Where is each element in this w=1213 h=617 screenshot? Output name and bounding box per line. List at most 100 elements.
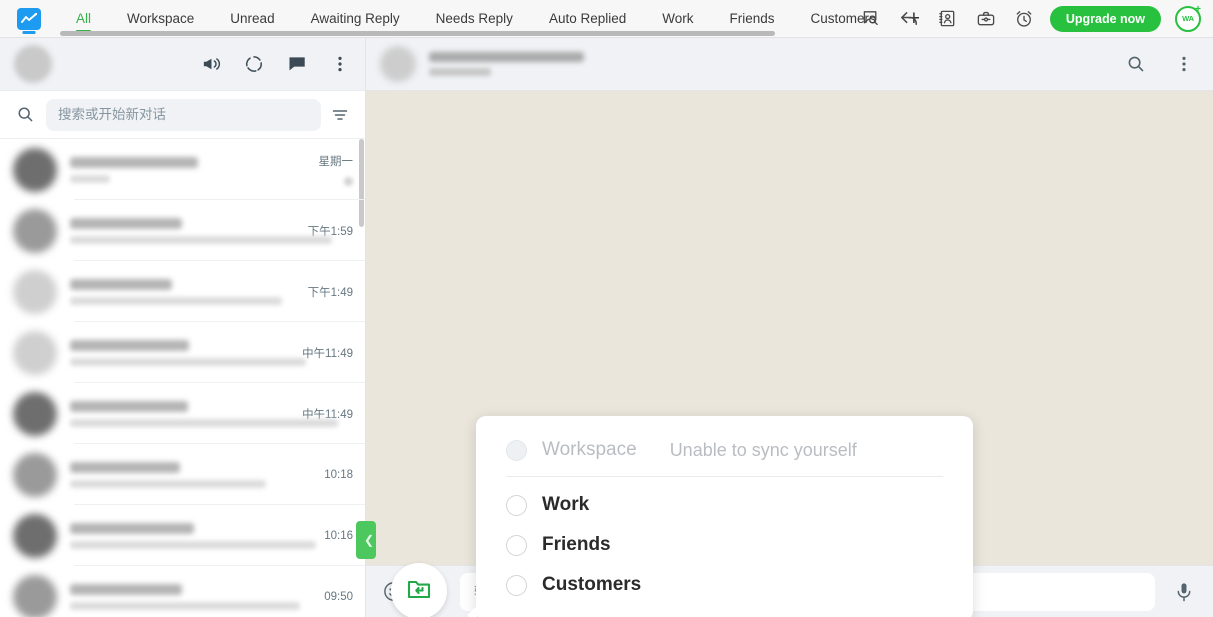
megaphone-icon[interactable]: [200, 53, 222, 75]
conversation-header: [366, 38, 1213, 91]
sidebar-search-row: [0, 91, 365, 139]
conversation-header-actions: [1125, 53, 1195, 75]
list-item[interactable]: 下午1:49: [0, 261, 365, 322]
sidebar-header-actions: [200, 53, 351, 75]
chat-preview: [70, 400, 338, 427]
tab-label: Unread: [230, 11, 275, 26]
tab-label: Customers: [810, 11, 876, 26]
chat-message-redacted: [70, 357, 306, 366]
avatar: [13, 330, 57, 375]
status-badge: [344, 177, 353, 186]
chat-list[interactable]: 星期一 下午1:59 下午1:49 中午11:49 中午11:49 10:18 …: [0, 139, 365, 617]
more-vertical-icon[interactable]: [1173, 53, 1195, 75]
chat-name-redacted: [70, 339, 189, 351]
tab-label: Work: [662, 11, 694, 26]
app-body: 星期一 下午1:59: [0, 38, 1213, 617]
alarm-clock-icon[interactable]: [1012, 7, 1036, 31]
briefcase-icon[interactable]: [974, 7, 998, 31]
option-friends[interactable]: Friends: [476, 525, 973, 565]
reply-arrow-icon[interactable]: [898, 7, 922, 31]
option-customers[interactable]: Customers: [476, 565, 973, 605]
option-note: Unable to sync yourself: [669, 439, 857, 460]
tab-customers[interactable]: Customers: [793, 0, 894, 37]
contact-card-icon[interactable]: [936, 7, 960, 31]
chat-name-redacted: [70, 217, 182, 229]
chat-meta: 星期一: [301, 153, 353, 186]
list-item[interactable]: 中午11:49: [0, 383, 365, 444]
chat-preview: [70, 461, 288, 488]
chat-meta: 09:50: [301, 591, 353, 603]
list-item[interactable]: 09:50: [0, 566, 365, 617]
search-input[interactable]: [58, 107, 309, 122]
chat-preview: [70, 217, 332, 244]
list-item[interactable]: 10:16: [0, 505, 365, 566]
avatar: [13, 574, 57, 617]
tab-label: Auto Replied: [548, 11, 627, 26]
folder-move-button[interactable]: [391, 563, 447, 617]
option-workspace: Workspace Unable to sync yourself: [476, 430, 973, 470]
option-label: Workspace: [542, 439, 637, 460]
app-logo[interactable]: [0, 7, 58, 30]
chat-preview: [70, 278, 288, 305]
radio-icon[interactable]: [506, 574, 527, 596]
avatar: [13, 269, 57, 314]
tab-label: All: [76, 11, 92, 26]
list-item[interactable]: 10:18: [0, 444, 365, 505]
more-vertical-icon[interactable]: [329, 53, 351, 75]
chevron-left-icon: ❮: [363, 533, 374, 547]
chat-message-redacted: [70, 174, 110, 183]
chat-meta: 10:18: [301, 469, 353, 481]
radio-icon[interactable]: [506, 494, 527, 516]
chat-meta: 10:16: [301, 530, 353, 542]
option-work[interactable]: Work: [476, 485, 973, 525]
chat-timestamp: 中午11:49: [302, 347, 353, 360]
account-badge[interactable]: WA: [1175, 5, 1201, 32]
chat-preview: [70, 156, 288, 183]
avatar: [13, 391, 57, 436]
search-box[interactable]: [46, 98, 321, 131]
chat-preview: [70, 522, 316, 549]
chat-timestamp: 10:18: [324, 468, 353, 481]
chat-timestamp: 下午1:49: [307, 286, 353, 299]
avatar[interactable]: [380, 46, 416, 82]
status-ring-icon[interactable]: [243, 53, 265, 75]
list-item[interactable]: 星期一: [0, 139, 365, 200]
microphone-icon[interactable]: [1171, 579, 1197, 605]
sidebar-pull-tab[interactable]: ❮: [356, 521, 376, 559]
list-item[interactable]: 中午11:49: [0, 322, 365, 383]
avatar[interactable]: [14, 45, 52, 83]
contact-name-redacted: [429, 52, 584, 62]
tab-label: Friends: [729, 11, 775, 26]
chat-name-redacted: [70, 400, 188, 412]
tabs-horizontal-scrollbar[interactable]: [60, 31, 775, 36]
move-to-folder-popup: Workspace Unable to sync yourself Work F…: [467, 416, 973, 617]
top-bar-actions: Upgrade now WA: [860, 5, 1213, 32]
chat-name-redacted: [70, 461, 180, 473]
option-label: Work: [542, 494, 590, 515]
chat-name-redacted: [70, 522, 194, 534]
search-icon[interactable]: [1125, 53, 1147, 75]
filter-icon[interactable]: [325, 106, 355, 124]
chat-message-redacted: [70, 540, 316, 549]
chat-sidebar: 星期一 下午1:59: [0, 38, 366, 617]
tab-label: Awaiting Reply: [310, 11, 400, 26]
conversation-title-block: [429, 52, 584, 76]
new-chat-icon[interactable]: [286, 53, 308, 75]
avatar: [13, 147, 57, 192]
radio-icon[interactable]: [506, 534, 527, 556]
chat-message-redacted: [70, 296, 282, 305]
chat-timestamp: 09:50: [324, 590, 353, 603]
chat-message-redacted: [70, 601, 300, 610]
top-navigation-bar: All Workspace Unread Awaiting Reply Need…: [0, 0, 1213, 38]
app-window: All Workspace Unread Awaiting Reply Need…: [0, 0, 1213, 617]
radio-icon: [506, 439, 527, 461]
chat-message-redacted: [70, 479, 266, 488]
option-label: Friends: [542, 534, 611, 555]
option-label: Customers: [542, 574, 642, 595]
chat-meta: 中午11:49: [301, 345, 353, 361]
list-item[interactable]: 下午1:59: [0, 200, 365, 261]
message-canvas: ❮ Workspace Unable to sync yourself Work…: [356, 91, 1213, 617]
upgrade-now-button[interactable]: Upgrade now: [1049, 5, 1161, 32]
chat-preview: [70, 583, 300, 610]
chat-message-redacted: [70, 418, 338, 427]
